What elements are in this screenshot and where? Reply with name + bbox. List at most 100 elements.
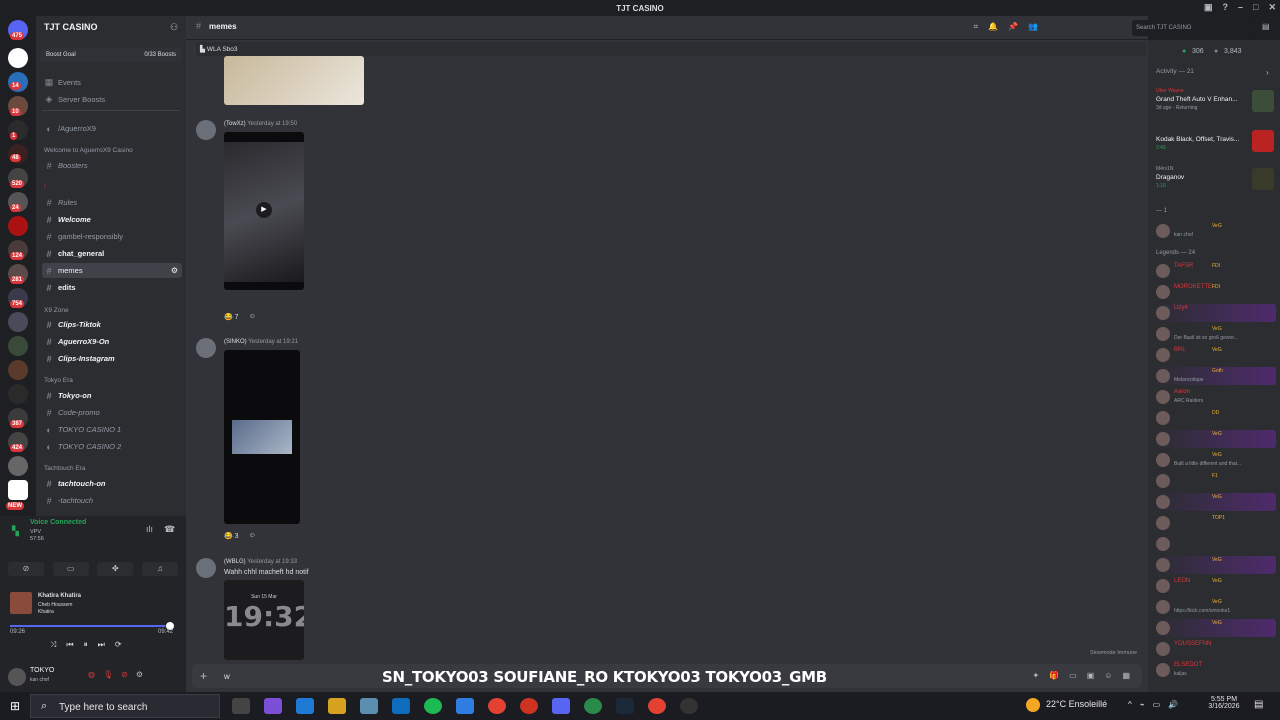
avatar[interactable] bbox=[1156, 264, 1170, 278]
category-bang[interactable]: ! bbox=[44, 184, 46, 191]
channel-rules[interactable]: # Rules bbox=[42, 195, 182, 210]
member-row[interactable]: LEON VeG bbox=[1152, 577, 1276, 595]
volume-icon[interactable]: 🔊 bbox=[1168, 700, 1178, 709]
noise-suppression-icon[interactable]: ılı bbox=[146, 524, 153, 534]
activity-card[interactable]: Kodak Black, Offset, Travis... 2:49 bbox=[1156, 128, 1276, 156]
channel-clips-tiktok[interactable]: # Clips-Tiktok bbox=[42, 317, 182, 332]
threads-icon[interactable]: ⌗ bbox=[974, 22, 979, 32]
member-row[interactable]: TAFSR FDI bbox=[1152, 262, 1276, 280]
member-row[interactable]: MOROKETTE FDI bbox=[1152, 283, 1276, 301]
avatar[interactable] bbox=[1156, 306, 1170, 320]
bell-icon[interactable]: 🔔 bbox=[988, 22, 998, 32]
author-name[interactable]: (SINKO) bbox=[224, 339, 247, 345]
channel-tokyo-casino-2[interactable]: ◐ TOKYO CASINO 2 bbox=[42, 439, 182, 454]
channel-chat-general[interactable]: # chat_general bbox=[42, 246, 182, 261]
member-row[interactable]: ELSEDOT kaljas bbox=[1152, 661, 1276, 679]
channel-code-promo[interactable]: # Code-promo bbox=[42, 405, 182, 420]
video-attachment[interactable]: ▶ bbox=[224, 132, 304, 290]
steam-icon[interactable] bbox=[616, 698, 634, 714]
gift-icon[interactable]: 🎁 bbox=[1049, 671, 1059, 680]
author-name[interactable]: (WBLG) bbox=[224, 559, 246, 565]
avatar[interactable] bbox=[1156, 327, 1170, 341]
shuffle-icon[interactable]: ⤨ bbox=[50, 640, 56, 650]
activity-card[interactable]: Uber Wayne Grand Theft Auto V Enhan... 3… bbox=[1156, 88, 1276, 116]
apps-grid-icon[interactable]: ▦ bbox=[1122, 671, 1130, 680]
disconnect-icon[interactable]: ☎ bbox=[164, 524, 175, 535]
server-icon[interactable] bbox=[8, 480, 28, 500]
member-row[interactable]: VeG bbox=[1152, 556, 1276, 574]
avatar[interactable] bbox=[1156, 432, 1170, 446]
server-boosts-link[interactable]: ◈ Server Boosts bbox=[42, 92, 182, 107]
avatar[interactable] bbox=[1156, 224, 1170, 238]
server-icon[interactable] bbox=[8, 48, 28, 68]
track-progress[interactable] bbox=[10, 625, 170, 627]
taskbar-search[interactable]: ⌕ Type here to search bbox=[30, 694, 220, 718]
server-icon[interactable] bbox=[8, 336, 28, 356]
chevron-right-icon[interactable]: › bbox=[1266, 68, 1269, 77]
next-icon[interactable]: ⏭ bbox=[98, 640, 105, 650]
minimize-button[interactable]: – bbox=[1238, 2, 1243, 13]
gif-icon[interactable]: ▭ bbox=[1069, 671, 1077, 680]
author-name[interactable]: (TowXz) bbox=[224, 121, 246, 127]
voice-status[interactable]: Voice Connected bbox=[30, 519, 86, 526]
server-icon[interactable] bbox=[8, 384, 28, 404]
mute-icon[interactable]: 🎙 bbox=[103, 670, 113, 679]
avatar[interactable] bbox=[1156, 495, 1170, 509]
headphones-icon[interactable]: ⊘ bbox=[121, 670, 128, 679]
server-icon[interactable] bbox=[8, 456, 28, 476]
edge-icon[interactable] bbox=[296, 698, 314, 714]
pause-icon[interactable]: ⏸ bbox=[84, 640, 88, 650]
app-icon[interactable] bbox=[584, 698, 602, 714]
image-attachment[interactable] bbox=[224, 56, 364, 105]
avatar[interactable] bbox=[1156, 516, 1170, 530]
app-icon[interactable] bbox=[680, 698, 698, 714]
mail-icon[interactable] bbox=[456, 698, 474, 714]
events-link[interactable]: ▦ Events bbox=[42, 75, 182, 90]
screen-share-button[interactable]: ▭ bbox=[52, 562, 89, 576]
member-row[interactable]: Aaron ARC Raiders bbox=[1152, 388, 1276, 406]
network-icon[interactable]: ⌁ bbox=[1140, 700, 1145, 709]
avatar[interactable] bbox=[1156, 390, 1170, 404]
search-input[interactable]: Search TJT CASINO bbox=[1132, 20, 1256, 36]
play-icon[interactable]: ▶ bbox=[256, 202, 272, 218]
activity-card[interactable]: M4rv1N Draganov 1:16 bbox=[1156, 166, 1276, 194]
avatar[interactable] bbox=[1156, 537, 1170, 551]
category-tachtouch-era[interactable]: Tachtouch Era bbox=[44, 465, 86, 472]
reaction-button[interactable]: 😂 7 bbox=[224, 313, 239, 321]
member-row[interactable]: Uzy4 bbox=[1152, 304, 1276, 322]
avatar[interactable] bbox=[196, 338, 216, 358]
member-row[interactable]: TOP1 bbox=[1152, 514, 1276, 532]
store-icon[interactable] bbox=[392, 698, 410, 714]
add-member-icon[interactable]: ⚇ bbox=[170, 22, 178, 33]
avatar[interactable] bbox=[196, 120, 216, 140]
boost-goal[interactable]: Boost Goal 0/33 Boosts bbox=[40, 48, 182, 62]
member-row[interactable]: VeG https://kick.com/smooke1 bbox=[1152, 598, 1276, 616]
inbox-icon[interactable]: ▣ bbox=[1204, 2, 1213, 13]
chrome-icon[interactable] bbox=[488, 698, 506, 714]
chrome-icon[interactable] bbox=[648, 698, 666, 714]
discord-icon[interactable] bbox=[552, 698, 570, 714]
add-reaction-icon[interactable]: ☺ bbox=[249, 532, 256, 540]
channel-tokyo-on[interactable]: # Tokyo-on bbox=[42, 388, 182, 403]
avatar[interactable] bbox=[1156, 558, 1170, 572]
channel-boosters[interactable]: # Boosters bbox=[42, 158, 182, 173]
channel-edits[interactable]: # edits bbox=[42, 280, 182, 295]
app-icon[interactable] bbox=[520, 698, 538, 714]
channel-gambel-responsibly[interactable]: # gambel-responsibly bbox=[42, 229, 182, 244]
soundboard-button[interactable]: ♫ bbox=[141, 562, 178, 576]
member-row[interactable]: F1 bbox=[1152, 472, 1276, 490]
member-row[interactable]: DD bbox=[1152, 409, 1276, 427]
inbox-icon[interactable]: ▤ bbox=[1262, 22, 1270, 31]
channel-aguerrox9[interactable]: ◐ /AguerroX9 bbox=[42, 121, 182, 136]
channel-memes[interactable]: # memes ⚙ bbox=[42, 263, 182, 278]
settings-icon[interactable]: ⚙ bbox=[171, 266, 178, 275]
category-tokyo-era[interactable]: Tokyo Era bbox=[44, 377, 73, 384]
add-attachment-icon[interactable]: + bbox=[200, 669, 207, 683]
user-area[interactable]: TOKYO kan chof ◍ 🎙 ⊘ ⚙ bbox=[8, 666, 184, 688]
video-attachment[interactable] bbox=[224, 350, 300, 524]
reaction-button[interactable]: 😂 3 bbox=[224, 532, 239, 540]
camera-button[interactable]: ⊘ bbox=[8, 562, 44, 576]
message-input[interactable]: + w SN_TOKYO03 SOUFIANE_RO KTOKYO03 TOKY… bbox=[192, 664, 1142, 688]
spotify-icon[interactable] bbox=[424, 698, 442, 714]
channel-tachtouch[interactable]: # -tachtouch bbox=[42, 493, 182, 508]
